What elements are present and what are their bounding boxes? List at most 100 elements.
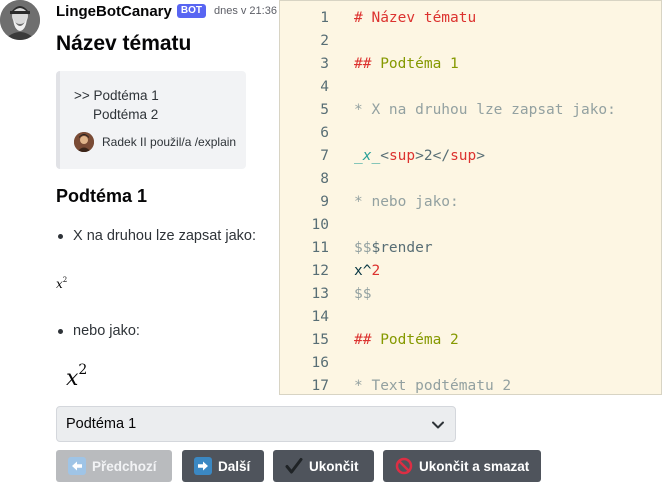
code-line: 6 [280, 121, 661, 144]
markdown-source-panel[interactable]: 1 # Název tématu 2 3 ## Podtéma 1 4 5 * X na dr… [279, 0, 662, 395]
bullet-dot [58, 233, 63, 239]
line-number: 1 [320, 9, 329, 26]
finish-and-delete-button[interactable]: Ukončit a smazat [383, 450, 541, 482]
code-token: < [380, 147, 389, 164]
code-text: _x_<sup>2</sup> [354, 148, 485, 164]
math-inline-base: x [56, 277, 63, 291]
code-token: $$ [354, 239, 372, 256]
math-inline: x2 [56, 276, 67, 291]
bullet-item: X na druhou lze zapsat jako: [56, 228, 256, 244]
code-line: 3 ## Podtéma 1 [280, 52, 661, 75]
code-text: $$$render [354, 240, 433, 256]
next-button[interactable]: Další [182, 450, 264, 482]
user-avatar[interactable] [74, 132, 94, 152]
line-number: 5 [320, 101, 329, 118]
code-token: x^ [354, 262, 372, 279]
code-text: * nebo jako: [354, 194, 459, 210]
line-number: 10 [311, 216, 329, 233]
line-number: 13 [311, 285, 329, 302]
topic-select[interactable]: Podtéma 1 [56, 406, 456, 442]
interaction-info: Radek II použil/a /explain [74, 132, 236, 152]
code-token: $render [371, 239, 433, 256]
code-line: 8 [280, 167, 661, 190]
outline-item-current: >> Podtéma 1 [74, 88, 159, 103]
bullet-item: nebo jako: [56, 323, 140, 339]
message-header: LingeBotCanary BOT dnes v 21:36 [56, 2, 277, 20]
previous-button-label: Předchozí [92, 458, 157, 474]
code-line: 10 [280, 213, 661, 236]
code-text: x^2 [354, 263, 380, 279]
code-line: 13 $$ [280, 282, 661, 305]
code-token: > [476, 147, 485, 164]
bullet-text: X na druhou lze zapsat jako: [73, 228, 256, 244]
bot-tag: BOT [176, 4, 206, 18]
code-token: 2 [371, 262, 381, 279]
line-number: 8 [320, 170, 329, 187]
chevron-down-icon [432, 421, 444, 429]
select-value: Podtéma 1 [66, 416, 137, 432]
math-rendered-exponent: 2 [78, 362, 88, 378]
outline-item: Podtéma 2 [93, 107, 159, 122]
code-token: Podtéma 2 [380, 331, 459, 348]
code-token: * nebo jako: [354, 193, 459, 210]
line-number: 6 [320, 124, 329, 141]
next-button-label: Další [218, 458, 251, 474]
line-number: 4 [320, 78, 329, 95]
line-number: 2 [320, 32, 329, 49]
line-number: 11 [311, 239, 329, 256]
math-inline-exponent: 2 [62, 276, 68, 284]
code-token: sup [388, 147, 416, 164]
outline-box: >> Podtéma 1 Podtéma 2 Radek II použil/a… [56, 71, 246, 169]
timestamp[interactable]: dnes v 21:36 [214, 5, 277, 17]
math-rendered-base: x [66, 366, 79, 391]
code-text: # Název tématu [354, 10, 476, 26]
check-mark-icon [285, 457, 303, 475]
code-line: 7 _x_<sup>2</sup> [280, 144, 661, 167]
bot-avatar[interactable] [0, 0, 40, 40]
code-line: 1 # Název tématu [280, 6, 661, 29]
code-token: ## [354, 331, 381, 348]
bullet-text: nebo jako: [73, 323, 140, 339]
code-line: 2 [280, 29, 661, 52]
code-line: 14 [280, 305, 661, 328]
line-number: 14 [311, 308, 329, 325]
code-line: 9 * nebo jako: [280, 190, 661, 213]
finish-button[interactable]: Ukončit [273, 450, 374, 482]
finish-and-delete-button-label: Ukončit a smazat [419, 458, 530, 474]
line-number: 7 [320, 147, 329, 164]
line-number: 15 [311, 331, 329, 348]
code-token: ## [354, 55, 381, 72]
line-number: 9 [320, 193, 329, 210]
line-number: 16 [311, 354, 329, 371]
prohibited-icon [395, 457, 413, 475]
code-token: # Název tématu [354, 9, 477, 26]
code-line: 12 x^2 [280, 259, 661, 282]
author-name[interactable]: LingeBotCanary [56, 3, 172, 20]
code-line: 17 * Text podtématu 2 [280, 374, 661, 394]
code-token: Podtéma 1 [380, 55, 459, 72]
code-line: 11 $$$render [280, 236, 661, 259]
math-rendered: x2 [66, 362, 87, 391]
code-text: ## Podtéma 2 [354, 332, 459, 348]
line-number: 3 [320, 55, 329, 72]
finish-button-label: Ukončit [309, 458, 359, 474]
code-text: * Text podtématu 2 [354, 378, 511, 394]
bullet-dot [58, 328, 63, 334]
code-token: sup [450, 147, 477, 164]
code-line: 4 [280, 75, 661, 98]
arrow-right-icon [194, 457, 212, 475]
previous-button[interactable]: Předchozí [56, 450, 172, 482]
code-token: >2</ [415, 147, 451, 164]
interaction-text: Radek II použil/a /explain [102, 135, 237, 149]
code-line: 5 * X na druhou lze zapsat jako: [280, 98, 661, 121]
code-line: 16 [280, 351, 661, 374]
line-number: 17 [311, 377, 329, 394]
code-text: $$ [354, 286, 371, 302]
code-line: 15 ## Podtéma 2 [280, 328, 661, 351]
arrow-left-icon [68, 457, 86, 475]
section-heading: Podtéma 1 [56, 186, 148, 206]
code-token: $$ [354, 285, 372, 302]
page-title: Název tématu [56, 32, 192, 55]
line-number: 12 [311, 262, 329, 279]
code-token: * X na druhou lze zapsat jako: [354, 101, 616, 118]
